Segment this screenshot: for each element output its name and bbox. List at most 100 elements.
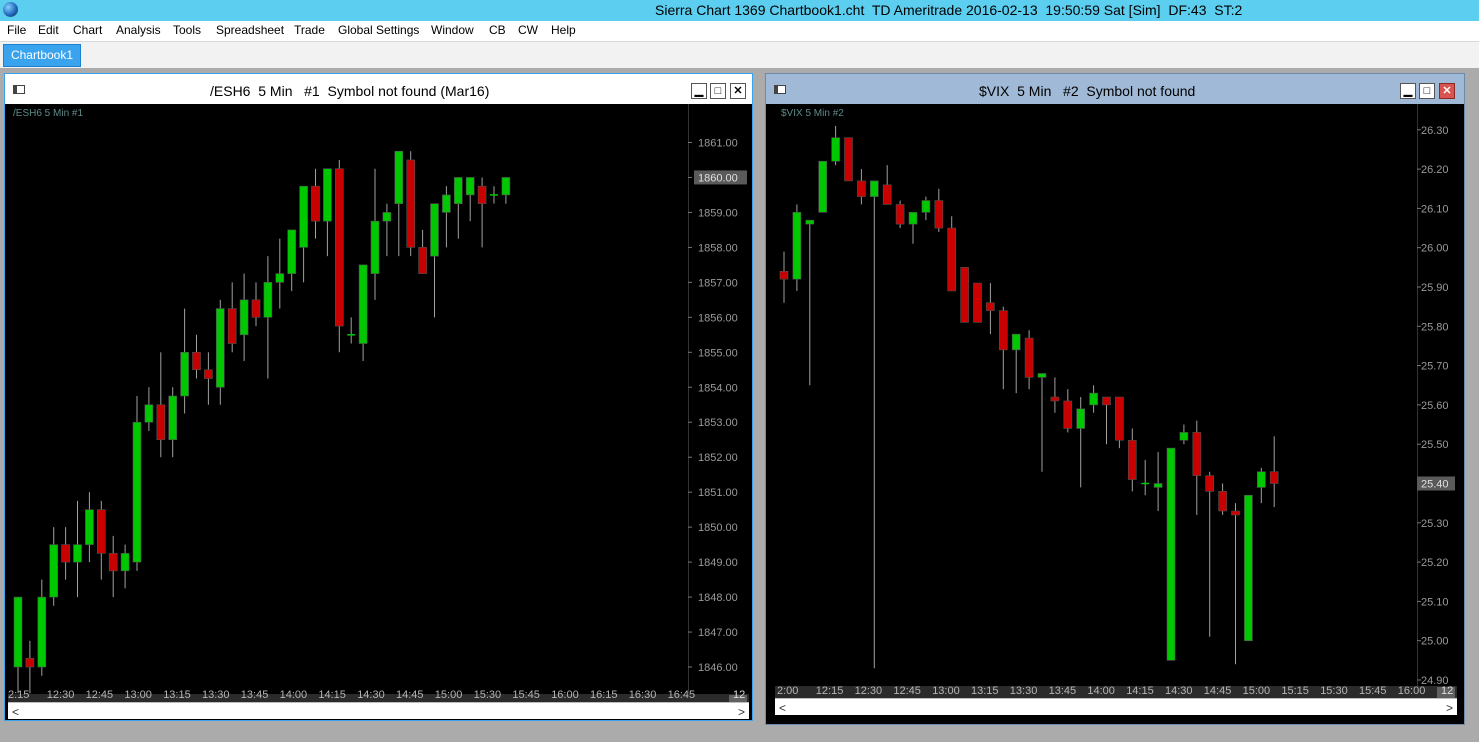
scroll-right-icon[interactable]: > xyxy=(738,705,745,719)
menu-spreadsheet[interactable]: Spreadsheet xyxy=(216,23,284,37)
price-tick-label: 1849.00 xyxy=(698,557,738,569)
scroll-right-icon[interactable]: > xyxy=(1446,701,1453,715)
candle-down xyxy=(1192,432,1202,476)
menu-cw[interactable]: CW xyxy=(518,23,538,37)
candle-up xyxy=(465,177,475,196)
minimize-button[interactable]: ▁ xyxy=(691,83,707,99)
candlestick-chart-esh6[interactable]: 1861.00 1860.00 1859.00 1858.00 1857.00 1856.… xyxy=(8,104,749,702)
candle-up xyxy=(73,544,82,563)
candle-down xyxy=(947,227,956,292)
candle-up xyxy=(1153,483,1163,488)
price-tick-label: 25.70 xyxy=(1421,361,1449,373)
candle-up xyxy=(792,212,802,280)
tab-chartbook1[interactable]: Chartbook1 xyxy=(3,44,81,67)
menu-help[interactable]: Help xyxy=(551,23,576,37)
time-tick-label: 15:00 xyxy=(1243,685,1271,697)
menu-chart[interactable]: Chart xyxy=(73,23,102,37)
candle-up xyxy=(1256,471,1266,488)
candle-down xyxy=(192,351,201,371)
maximize-button[interactable]: □ xyxy=(710,83,726,99)
candle-down xyxy=(882,184,892,205)
chart-symbol-label: $VIX 5 Min #2 xyxy=(781,108,844,119)
app-globe-icon[interactable] xyxy=(3,2,18,17)
chart-window-vix[interactable]: $VIX 5 Min #2 Symbol not found ▁ □ ✕ 26.… xyxy=(765,73,1465,725)
time-tick-label: 13:45 xyxy=(241,689,269,701)
price-tick-label: 1861.00 xyxy=(698,137,738,149)
candle-up xyxy=(37,596,47,668)
price-tick-label: 26.00 xyxy=(1421,243,1449,255)
candle-up xyxy=(13,596,23,668)
chart-window-titlebar[interactable]: /ESH6 5 Min #1 Symbol not found (Mar16) … xyxy=(5,74,752,104)
candle-up xyxy=(1011,333,1021,351)
chart-window-titlebar[interactable]: $VIX 5 Min #2 Symbol not found ▁ □ ✕ xyxy=(766,74,1464,104)
menu-tools[interactable]: Tools xyxy=(173,23,201,37)
horizontal-scrollbar[interactable]: < > xyxy=(775,698,1457,715)
time-tick-label: 13:45 xyxy=(1049,685,1077,697)
time-tick-label: 12:15 xyxy=(816,685,844,697)
candle-down xyxy=(1127,439,1137,480)
close-icon: ✕ xyxy=(733,85,743,97)
price-tick-label: 1858.00 xyxy=(698,242,738,254)
time-tick-label: 14:15 xyxy=(1126,685,1154,697)
menu-analysis[interactable]: Analysis xyxy=(116,23,161,37)
price-tick-label: 25.50 xyxy=(1421,439,1449,451)
price-tick-label: 25.30 xyxy=(1421,518,1449,530)
menu-bar: File Edit Chart Analysis Tools Spreadshe… xyxy=(0,21,1479,41)
candle-up xyxy=(180,351,189,397)
candle-up xyxy=(442,194,451,213)
close-button[interactable]: ✕ xyxy=(730,83,746,99)
candle-up xyxy=(275,273,285,283)
corner-label: 12 xyxy=(1441,685,1453,697)
price-tick-label: 26.20 xyxy=(1421,164,1449,176)
candle-up xyxy=(263,282,273,318)
close-button[interactable]: ✕ xyxy=(1439,83,1455,99)
candle-up xyxy=(870,180,879,197)
maximize-icon: □ xyxy=(1423,85,1431,97)
chartbook-tab-strip: Chartbook1 xyxy=(0,41,1479,68)
price-tick-label: 1859.00 xyxy=(698,207,738,219)
price-tick-label: 25.00 xyxy=(1421,636,1449,648)
candle-down xyxy=(61,544,70,563)
candle-up xyxy=(831,137,840,162)
menu-trade[interactable]: Trade xyxy=(294,23,325,37)
candlestick-chart-vix[interactable]: 26.30 26.20 26.10 26.00 25.90 25.80 25.70 25.60… xyxy=(775,104,1457,698)
scroll-left-icon[interactable]: < xyxy=(12,705,19,719)
candle-down xyxy=(1269,471,1279,484)
chart-window-esh6[interactable]: /ESH6 5 Min #1 Symbol not found (Mar16) … xyxy=(4,73,753,721)
time-tick-label: 2:15 xyxy=(8,689,29,701)
menu-file[interactable]: File xyxy=(7,23,26,37)
minimize-button[interactable]: ▁ xyxy=(1400,83,1416,99)
candle-up xyxy=(144,404,154,423)
menu-edit[interactable]: Edit xyxy=(38,23,59,37)
price-tick-label: 25.10 xyxy=(1421,596,1449,608)
time-tick-label: 16:00 xyxy=(551,689,579,701)
time-tick-label: 15:00 xyxy=(435,689,463,701)
scroll-left-icon[interactable]: < xyxy=(779,701,786,715)
time-tick-label: 12:45 xyxy=(86,689,114,701)
candle-down xyxy=(156,404,166,441)
horizontal-scrollbar[interactable]: < > xyxy=(8,702,749,719)
maximize-button[interactable]: □ xyxy=(1419,83,1435,99)
candle-down xyxy=(973,282,982,323)
candle-up xyxy=(430,203,439,257)
chart-window-icon[interactable] xyxy=(13,85,25,94)
price-tick-label: 1846.00 xyxy=(698,662,738,674)
candle-down xyxy=(960,267,969,323)
candle-up xyxy=(394,150,404,204)
chart-window-icon[interactable] xyxy=(774,85,786,94)
candle-up xyxy=(323,168,332,222)
candle-up xyxy=(299,185,308,248)
price-tick-label: 1850.00 xyxy=(698,522,738,534)
candle-down xyxy=(204,369,213,379)
candle-up xyxy=(453,177,463,204)
chart-window-title: $VIX 5 Min #2 Symbol not found xyxy=(979,83,1196,99)
candle-down xyxy=(1231,510,1240,516)
price-tick-label: 26.30 xyxy=(1421,125,1449,137)
candle-up xyxy=(1244,494,1253,641)
menu-cb[interactable]: CB xyxy=(489,23,506,37)
menu-global-settings[interactable]: Global Settings xyxy=(338,23,419,37)
price-tick-label: 25.60 xyxy=(1421,400,1449,412)
price-tick-label: 1855.00 xyxy=(698,347,738,359)
candle-down xyxy=(895,204,905,225)
menu-window[interactable]: Window xyxy=(431,23,474,37)
